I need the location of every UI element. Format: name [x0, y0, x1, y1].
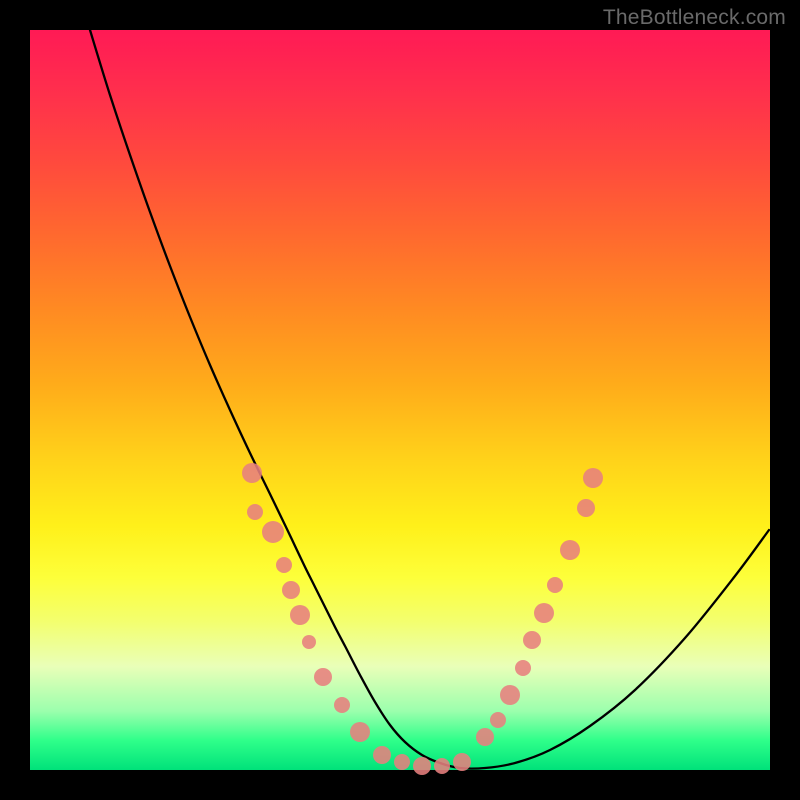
data-marker — [413, 757, 431, 775]
data-marker — [314, 668, 332, 686]
bottleneck-curve — [90, 30, 769, 769]
data-marker — [515, 660, 531, 676]
data-marker — [247, 504, 263, 520]
data-marker — [394, 754, 410, 770]
data-marker — [334, 697, 350, 713]
data-marker — [282, 581, 300, 599]
chart-plot-area — [30, 30, 770, 770]
data-marker — [577, 499, 595, 517]
data-marker — [500, 685, 520, 705]
data-marker — [276, 557, 292, 573]
data-marker — [490, 712, 506, 728]
outer-frame: TheBottleneck.com — [0, 0, 800, 800]
data-marker — [476, 728, 494, 746]
data-marker — [523, 631, 541, 649]
data-marker — [453, 753, 471, 771]
data-marker — [373, 746, 391, 764]
data-marker — [547, 577, 563, 593]
data-marker — [560, 540, 580, 560]
data-marker — [350, 722, 370, 742]
data-marker — [290, 605, 310, 625]
chart-svg — [30, 30, 770, 770]
data-marker — [434, 758, 450, 774]
data-marker — [534, 603, 554, 623]
data-marker — [262, 521, 284, 543]
data-marker — [302, 635, 316, 649]
data-marker — [242, 463, 262, 483]
data-marker — [583, 468, 603, 488]
watermark-text: TheBottleneck.com — [603, 6, 786, 30]
marker-layer — [242, 463, 603, 775]
